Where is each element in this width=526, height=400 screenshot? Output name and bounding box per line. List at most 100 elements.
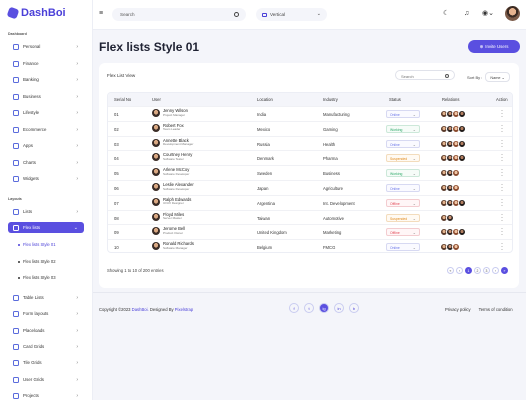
bell-icon[interactable]: ♫ xyxy=(464,10,469,17)
status-select[interactable]: Online ⌄ xyxy=(386,139,420,148)
sidebar-item-personal[interactable]: Personal › xyxy=(8,41,84,52)
sidebar-item-flex-lists[interactable]: Flex lists ⌄ xyxy=(8,222,84,233)
page-button[interactable]: ‹ xyxy=(456,267,463,274)
sidebar-item-apps[interactable]: Apps › xyxy=(8,140,84,151)
status-select[interactable]: Online ⌄ xyxy=(386,184,420,192)
relations-avatars[interactable] xyxy=(440,110,466,118)
cell-location: Taiwan xyxy=(257,215,271,221)
page-button[interactable]: › xyxy=(492,267,499,274)
more-vertical-icon[interactable]: · · · xyxy=(501,226,503,238)
sidebar-item-card-grids[interactable]: Card Grids › xyxy=(8,341,84,352)
sidebar-item-lists[interactable]: Lists › xyxy=(8,206,84,217)
globe-icon[interactable]: ◉⌄ xyxy=(482,10,494,17)
status-select[interactable]: Online ⌄ xyxy=(386,243,420,252)
relations-avatars[interactable] xyxy=(440,124,466,133)
more-vertical-icon[interactable]: · · · xyxy=(501,138,503,150)
designer-link[interactable]: Pixelstrap xyxy=(175,307,193,312)
sidebar-item-finance[interactable]: Finance › xyxy=(8,58,84,69)
copyright: Copyright ©2023 DashBoi. Designed By Pix… xyxy=(99,307,193,312)
relations-avatars[interactable] xyxy=(440,184,460,192)
card-search-placeholder: Search xyxy=(401,74,414,79)
chevron-right-icon: › xyxy=(76,376,78,383)
page-button[interactable]: « xyxy=(447,267,454,274)
chevron-right-icon: › xyxy=(76,93,78,100)
sidebar-item-form-layouts[interactable]: Form layouts › xyxy=(8,308,84,319)
copyright-brand[interactable]: DashBoi. xyxy=(132,307,149,312)
more-vertical-icon[interactable]: · · · xyxy=(501,182,503,194)
submenu-item[interactable]: Flex lists Style 01 xyxy=(18,242,56,247)
twitter-icon[interactable]: t xyxy=(304,303,314,313)
sort-select[interactable]: Name ⌄ xyxy=(485,72,510,82)
sidebar-item-tile-grids[interactable]: Tile Grids › xyxy=(8,357,84,368)
nav-icon xyxy=(13,109,19,116)
status-select[interactable]: Suspended ⌄ xyxy=(386,154,420,163)
page-button[interactable]: 1 xyxy=(465,267,472,274)
status-select[interactable]: Offline ⌄ xyxy=(386,198,420,207)
sidebar-item-label: Ecommerce xyxy=(23,127,47,132)
sidebar-item-placeloads[interactable]: Placeloads › xyxy=(8,325,84,336)
search-input[interactable]: Search xyxy=(112,8,246,21)
chevron-right-icon: › xyxy=(76,343,78,350)
dribbble-icon[interactable]: in xyxy=(334,303,344,313)
sidebar-item-lifestyle[interactable]: Lifestyle › xyxy=(8,107,84,118)
relations-avatars[interactable] xyxy=(440,154,466,163)
instagram-icon[interactable]: ig xyxy=(319,303,329,313)
avatar[interactable] xyxy=(505,6,520,21)
user-cell: Arlene McCoy Software Developer xyxy=(152,168,189,177)
status-select[interactable]: Working ⌄ xyxy=(386,169,420,178)
relation-avatar xyxy=(458,228,466,237)
brand-logo[interactable]: DashBoi xyxy=(6,6,66,20)
layout-select[interactable]: Vertical ⌄ xyxy=(256,8,327,21)
more-vertical-icon[interactable]: · · · xyxy=(501,123,503,135)
more-vertical-icon[interactable]: · · · xyxy=(501,108,503,120)
status-select[interactable]: Offline ⌄ xyxy=(386,228,420,237)
menu-icon[interactable]: ≡ xyxy=(99,10,103,17)
more-vertical-icon[interactable]: · · · xyxy=(501,241,503,252)
relations-avatars[interactable] xyxy=(440,243,460,252)
sidebar-item-banking[interactable]: Banking › xyxy=(8,74,84,85)
status-select[interactable]: Online ⌄ xyxy=(386,110,420,118)
sidebar-item-projects[interactable]: Projects › xyxy=(8,390,84,400)
nav-icon xyxy=(13,310,19,317)
more-vertical-icon[interactable]: · · · xyxy=(501,167,503,179)
sidebar-item-ecommerce[interactable]: Ecommerce › xyxy=(8,124,84,135)
user-avatar xyxy=(152,168,160,177)
privacy-policy-link[interactable]: Privacy policy xyxy=(445,307,471,312)
relations-avatars[interactable] xyxy=(440,169,460,178)
relations-avatars[interactable] xyxy=(440,198,466,207)
user-cell: Ronald Richards Software Manager xyxy=(152,242,194,251)
sidebar-item-widgets[interactable]: Widgets › xyxy=(8,173,84,184)
table-header: Serial No User Location Industry Status … xyxy=(108,93,512,106)
page-button[interactable]: 3 xyxy=(483,267,490,274)
submenu-item[interactable]: Flex lists Style 03 xyxy=(18,275,56,280)
cell-industry: Gaming xyxy=(323,126,338,132)
relations-avatars[interactable] xyxy=(440,139,466,148)
moon-icon[interactable]: ☾ xyxy=(443,10,449,17)
invite-users-button[interactable]: ⊕ Invite Users xyxy=(468,40,520,53)
terms-link[interactable]: Terms of condition xyxy=(479,307,513,312)
submenu-label: Flex lists Style 02 xyxy=(23,259,56,264)
status-select[interactable]: Working ⌄ xyxy=(386,124,420,133)
user-role: Software Manager xyxy=(163,245,188,250)
submenu-item[interactable]: Flex lists Style 02 xyxy=(18,259,56,264)
page-button[interactable]: 2 xyxy=(474,267,481,274)
cell-location: Japan xyxy=(257,186,269,191)
more-vertical-icon[interactable]: · · · xyxy=(501,152,503,164)
user-role: Product Owner xyxy=(163,230,184,235)
more-vertical-icon[interactable]: · · · xyxy=(501,212,503,224)
sidebar-item-business[interactable]: Business › xyxy=(8,91,84,102)
sidebar-item-user-grids[interactable]: User Grids › xyxy=(8,374,84,385)
status-select[interactable]: Suspended ⌄ xyxy=(386,213,420,222)
sidebar-item-charts[interactable]: Charts › xyxy=(8,157,84,168)
facebook-icon[interactable]: f xyxy=(289,303,299,313)
relations-avatars[interactable] xyxy=(440,213,454,222)
relations-avatars[interactable] xyxy=(440,228,466,237)
page-button[interactable]: » xyxy=(501,267,508,274)
linkedin-icon[interactable]: b xyxy=(349,303,359,313)
nav-icon xyxy=(13,294,19,301)
more-vertical-icon[interactable]: · · · xyxy=(501,197,503,209)
pagination: «‹ 1 2 3 ›» xyxy=(447,267,508,274)
th-location: Location xyxy=(257,97,273,102)
sidebar-item-table-lists[interactable]: Table Lists › xyxy=(8,292,84,303)
card-search-input[interactable]: Search xyxy=(395,70,455,80)
